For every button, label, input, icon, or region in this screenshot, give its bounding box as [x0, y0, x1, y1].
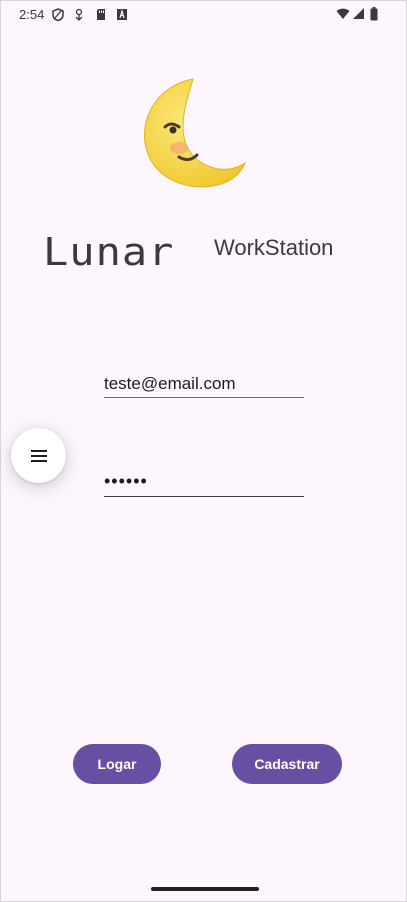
usb-debug-icon: [75, 8, 83, 21]
app-notification-icon: [117, 8, 127, 20]
app-subtitle: WorkStation: [214, 235, 334, 260]
password-field[interactable]: [104, 467, 304, 497]
moon-logo-icon: [144, 78, 247, 188]
wifi-icon: [336, 8, 350, 19]
gesture-nav-handle[interactable]: [151, 887, 259, 891]
signup-button[interactable]: Cadastrar: [232, 744, 342, 784]
login-button[interactable]: Logar: [73, 744, 161, 784]
cellular-signal-icon: [353, 8, 364, 19]
status-bar: 2:54: [1, 1, 406, 29]
hamburger-menu-icon: [30, 449, 47, 462]
app-title: Lunar: [43, 228, 175, 275]
menu-fab-button[interactable]: [11, 428, 66, 483]
sd-card-icon: [97, 9, 105, 20]
shield-icon: [52, 8, 64, 21]
status-time: 2:54: [19, 7, 45, 22]
battery-icon: [370, 7, 378, 21]
email-field[interactable]: [104, 371, 304, 398]
